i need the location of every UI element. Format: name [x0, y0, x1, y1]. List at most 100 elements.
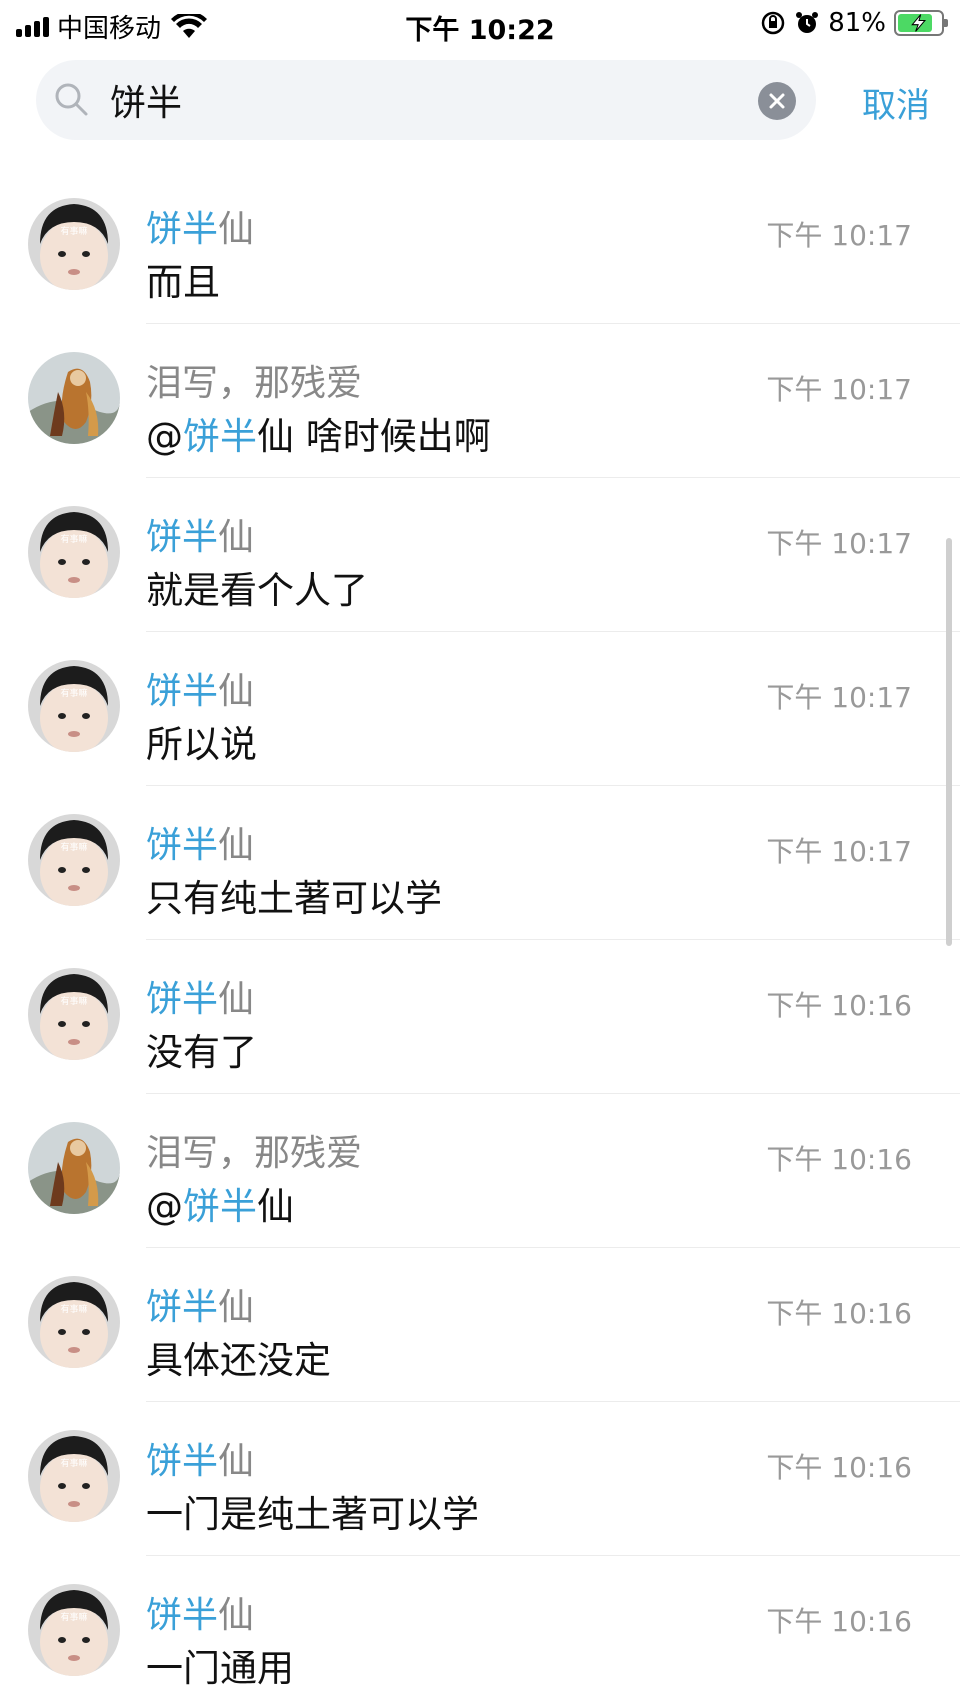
sender-name-text: 仙: [218, 517, 255, 558]
clear-search-button[interactable]: [758, 82, 796, 120]
mention-prefix: @: [146, 1185, 183, 1228]
avatar[interactable]: 有事嘛: [28, 814, 120, 906]
sender-name: 饼半仙: [146, 1432, 254, 1484]
list-item[interactable]: 有事嘛 饼半仙只有纯土著可以学 下午 10:17: [0, 786, 960, 940]
sender-name: 泪写，那残爱: [146, 1124, 362, 1176]
search-bar[interactable]: [36, 60, 816, 140]
message-body: 只有纯土著可以学: [146, 877, 442, 920]
search-highlight: 饼半: [146, 1287, 219, 1328]
list-item[interactable]: 有事嘛 饼半仙没有了 下午 10:16: [0, 940, 960, 1094]
message-body: 具体还没定: [146, 1339, 331, 1382]
search-highlight: 饼半: [146, 825, 219, 866]
battery-charging-icon: [894, 10, 948, 36]
svg-text:有事嘛: 有事嘛: [60, 533, 87, 545]
message-text: 没有了: [146, 1022, 257, 1076]
avatar[interactable]: 有事嘛: [28, 506, 120, 598]
sender-name-text: 泪写，那残爱: [146, 363, 363, 404]
svg-text:有事嘛: 有事嘛: [60, 1611, 87, 1623]
list-item[interactable]: 有事嘛 饼半仙一门是纯土著可以学 下午 10:16: [0, 1402, 960, 1556]
message-time: 下午 10:16: [766, 1451, 912, 1484]
sender-name-text: 仙: [218, 979, 255, 1020]
sender-name: 饼半仙: [146, 662, 254, 714]
mention-prefix: @: [146, 415, 183, 458]
message-text: 只有纯土著可以学: [146, 868, 442, 922]
alarm-icon: [796, 12, 819, 33]
search-highlight: 饼半: [146, 671, 219, 712]
sender-name: 饼半仙: [146, 816, 254, 868]
message-time: 下午 10:16: [766, 989, 912, 1022]
list-item[interactable]: 有事嘛 饼半仙所以说 下午 10:17: [0, 632, 960, 786]
message-time: 下午 10:17: [766, 681, 912, 714]
message-text: 具体还没定: [146, 1330, 331, 1384]
message-body: 仙 啥时候出啊: [257, 415, 491, 458]
orientation-lock-icon: [761, 11, 785, 35]
avatar[interactable]: 有事嘛: [28, 1584, 120, 1676]
message-body: 就是看个人了: [146, 569, 368, 612]
message-body: 仙: [257, 1185, 294, 1228]
scrollbar[interactable]: [946, 538, 952, 946]
svg-text:有事嘛: 有事嘛: [60, 995, 87, 1007]
search-icon: [55, 83, 88, 116]
avatar[interactable]: 有事嘛: [28, 660, 120, 752]
sender-name-text: 仙: [218, 825, 255, 866]
message-time: 下午 10:17: [766, 835, 912, 868]
message-text: 一门是纯土著可以学: [146, 1484, 479, 1538]
message-text: 而且: [146, 252, 220, 306]
svg-text:有事嘛: 有事嘛: [60, 687, 87, 699]
list-item[interactable]: 有事嘛 饼半仙 一门通用 下午 10:16: [0, 1556, 960, 1707]
avatar[interactable]: 有事嘛: [28, 1276, 120, 1368]
message-text: @饼半仙 啥时候出啊: [146, 406, 491, 460]
sender-name-text: 仙: [218, 671, 255, 712]
battery-percent: 81%: [828, 8, 886, 38]
svg-text:有事嘛: 有事嘛: [60, 225, 87, 237]
search-highlight: 饼半: [146, 209, 219, 250]
list-item[interactable]: 泪写，那残爱 @饼半仙 啥时候出啊 下午 10:17: [0, 324, 960, 478]
message-body: 没有了: [146, 1031, 257, 1074]
svg-text:有事嘛: 有事嘛: [60, 841, 87, 853]
message-body: 一门通用: [146, 1647, 294, 1690]
sender-name: 泪写，那残爱: [146, 354, 362, 406]
search-highlight: 饼半: [183, 415, 257, 458]
message-time: 下午 10:17: [766, 373, 912, 406]
search-input[interactable]: [110, 72, 730, 128]
sender-name: 饼半仙: [146, 508, 254, 560]
message-body: 所以说: [146, 723, 257, 766]
sender-name-text: 泪写，那残爱: [146, 1133, 363, 1174]
sender-name: 饼半仙: [146, 200, 254, 252]
message-time: 下午 10:16: [766, 1297, 912, 1330]
message-body: 而且: [146, 261, 220, 304]
sender-name-text: 仙: [218, 1287, 255, 1328]
message-text: 就是看个人了: [146, 560, 368, 614]
avatar[interactable]: 有事嘛: [28, 968, 120, 1060]
list-item[interactable]: 有事嘛 饼半仙而且 下午 10:17: [0, 170, 960, 324]
search-results-list: 有事嘛 饼半仙 而且 下午 10:17 泪写，那残爱 @饼半仙 啥时候出啊 下午 10:…: [0, 170, 960, 1707]
sender-name-text: 仙: [218, 1595, 255, 1636]
sender-name: 饼半仙: [146, 970, 254, 1022]
message-time: 下午 10:17: [766, 527, 912, 560]
sender-name-text: 仙: [218, 209, 255, 250]
svg-text:有事嘛: 有事嘛: [60, 1457, 87, 1469]
message-time: 下午 10:17: [766, 219, 912, 252]
search-highlight: 饼半: [146, 1595, 219, 1636]
cancel-button[interactable]: 取消: [862, 78, 930, 127]
search-highlight: 饼半: [146, 979, 219, 1020]
avatar[interactable]: 有事嘛: [28, 198, 120, 290]
avatar[interactable]: [28, 352, 120, 444]
list-item[interactable]: 有事嘛 饼半仙具体还没定 下午 10:16: [0, 1248, 960, 1402]
sender-name-text: 仙: [218, 1441, 255, 1482]
message-body: 一门是纯土著可以学: [146, 1493, 479, 1536]
sender-name: 饼半仙: [146, 1278, 254, 1330]
status-bar: 中国移动 下午 10:22 81%: [0, 0, 960, 50]
svg-text:有事嘛: 有事嘛: [60, 1303, 87, 1315]
message-text: 一门通用: [146, 1638, 294, 1692]
avatar[interactable]: 有事嘛: [28, 1430, 120, 1522]
status-right: 81%: [760, 8, 948, 38]
message-text: @饼半仙: [146, 1176, 294, 1230]
list-item[interactable]: 泪写，那残爱 @饼半仙 下午 10:16: [0, 1094, 960, 1248]
message-time: 下午 10:16: [766, 1143, 912, 1176]
list-item[interactable]: 有事嘛 饼半仙就是看个人了 下午 10:17: [0, 478, 960, 632]
search-highlight: 饼半: [146, 517, 219, 558]
search-highlight: 饼半: [183, 1185, 257, 1228]
avatar[interactable]: [28, 1122, 120, 1214]
message-text: 所以说: [146, 714, 257, 768]
